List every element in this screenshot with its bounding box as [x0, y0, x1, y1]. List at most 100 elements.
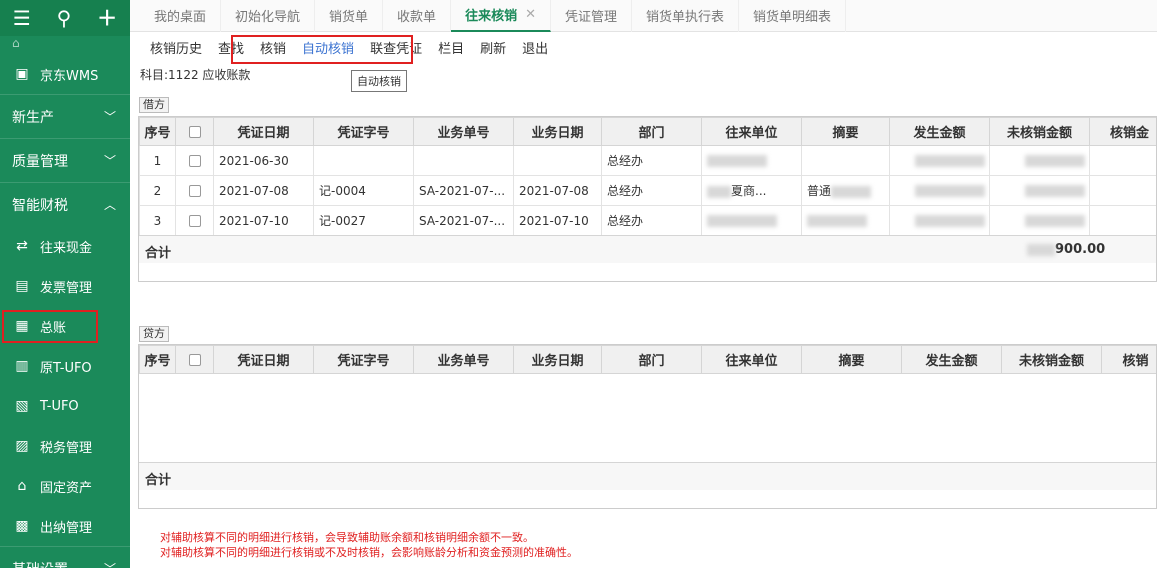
tab-sales-order[interactable]: 销货单 [315, 0, 384, 32]
row-checkbox[interactable] [188, 185, 201, 197]
search-icon[interactable]: ⚲ [57, 8, 72, 28]
cell-dept: 总经办 [601, 175, 702, 206]
credit-header-row: 序号 凭证日期 凭证字号 业务单号 业务日期 部门 往来单位 摘要 发生金额 未… [139, 345, 1156, 374]
tab-receipt[interactable]: 收款单 [383, 0, 452, 32]
col-header[interactable]: 摘要 [801, 345, 902, 374]
sidebar-group-label: 智能财税 [12, 197, 68, 214]
plus-icon[interactable]: ＋ [97, 8, 117, 28]
app-root: ☰ ⚲ ＋ ⌂ ▣ 京东WMS 新生产 ﹀ 质量管理 ﹀ 智能财税 ︿ ⇄ 往来… [0, 0, 1157, 568]
col-header[interactable]: 业务单号 [413, 345, 514, 374]
row-checkbox[interactable] [188, 215, 201, 227]
writeoff-history-button[interactable]: 核销历史 [142, 38, 210, 57]
col-header[interactable]: 业务单号 [413, 117, 514, 146]
total-label: 合计 [145, 473, 172, 488]
col-header[interactable]: 摘要 [801, 117, 890, 146]
sidebar-item-t-ufo[interactable]: ▧ T-UFO [0, 386, 130, 426]
warning-notes: 对辅助核算不同的明细进行核销，会导致辅助账余额和核销明细余额不一致。 对辅助核算… [160, 530, 578, 560]
sidebar-group-finance[interactable]: 智能财税 ︿ [0, 182, 130, 226]
cell-bizdate: 2021-07-10 [513, 205, 602, 236]
tab-writeoff[interactable]: 往来核销 ✕ [451, 0, 551, 32]
select-all-checkbox[interactable] [188, 353, 201, 366]
sidebar-item-fixed-assets[interactable]: ⌂ 固定资产 [0, 466, 130, 506]
table-row[interactable]: 3 2021-07-10 记-0027 SA-2021-07-... 2021-… [139, 205, 1156, 236]
tab-init-guide[interactable]: 初始化导航 [221, 0, 316, 32]
menu-icon[interactable]: ☰ [13, 8, 31, 28]
exit-button[interactable]: 退出 [514, 38, 556, 57]
col-header[interactable]: 凭证字号 [313, 117, 414, 146]
cell-no: 2 [139, 175, 176, 206]
credit-grid: 序号 凭证日期 凭证字号 业务单号 业务日期 部门 往来单位 摘要 发生金额 未… [138, 344, 1157, 509]
sidebar-item-invoice[interactable]: ▤ 发票管理 [0, 266, 130, 306]
sidebar: ☰ ⚲ ＋ ⌂ ▣ 京东WMS 新生产 ﹀ 质量管理 ﹀ 智能财税 ︿ ⇄ 往来… [0, 0, 130, 568]
cell-partner-redacted [701, 145, 802, 176]
sidebar-item-label: 京东WMS [40, 68, 99, 84]
close-icon[interactable]: ✕ [525, 7, 536, 22]
warning-note: 对辅助核算不同的明细进行核销或不及时核销，会影响账龄分析和资金预测的准确性。 [160, 546, 578, 559]
sidebar-item-tax[interactable]: ▨ 税务管理 [0, 426, 130, 466]
tab-sales-exec[interactable]: 销货单执行表 [632, 0, 740, 32]
cashier-icon: ▩ [15, 518, 29, 534]
cell-amount-redacted [889, 175, 990, 206]
cell-summary: 普通 [801, 175, 890, 206]
col-header[interactable]: 部门 [601, 345, 702, 374]
debit-total-row: 合计 900.00 [139, 235, 1156, 263]
subject-label: 科目:1122 应收账款 [140, 68, 251, 82]
col-header: 序号 [139, 345, 176, 374]
tab-desktop[interactable]: 我的桌面 [140, 0, 222, 32]
sidebar-group-label: 质量管理 [12, 153, 68, 170]
cell-unverified-redacted [989, 175, 1090, 206]
col-header-select-all[interactable] [175, 117, 214, 146]
col-header[interactable]: 业务日期 [513, 345, 602, 374]
columns-button[interactable]: 栏目 [430, 38, 472, 57]
chevron-down-icon: ﹀ [103, 154, 116, 168]
chevron-up-icon: ︿ [103, 198, 116, 212]
sidebar-item-old-t-ufo[interactable]: ▥ 原T-UFO [0, 346, 130, 386]
cell-dept: 总经办 [601, 145, 702, 176]
cell-select[interactable] [175, 175, 214, 206]
col-header[interactable]: 往来单位 [701, 345, 802, 374]
tab-sales-detail[interactable]: 销货单明细表 [739, 0, 847, 32]
sidebar-group-label: 新生产 [12, 109, 54, 126]
col-header[interactable]: 未核销金额 [1001, 345, 1102, 374]
tab-voucher-mgmt[interactable]: 凭证管理 [551, 0, 632, 32]
col-header[interactable]: 往来单位 [701, 117, 802, 146]
sidebar-group-production[interactable]: 新生产 ﹀ [0, 94, 130, 138]
cell-no: 1 [139, 145, 176, 176]
col-header[interactable]: 凭证日期 [213, 345, 314, 374]
sidebar-item-jd-wms[interactable]: ▣ 京东WMS [0, 54, 130, 94]
cell-select[interactable] [175, 145, 214, 176]
cell-writeoff[interactable] [1089, 175, 1156, 206]
cell-date: 2021-06-30 [213, 145, 314, 176]
col-header[interactable]: 凭证日期 [213, 117, 314, 146]
cell-writeoff[interactable] [1089, 145, 1156, 176]
col-header-select-all[interactable] [175, 345, 214, 374]
select-all-checkbox[interactable] [188, 125, 201, 138]
cell-summary-redacted [801, 205, 890, 236]
table-row[interactable]: 2 2021-07-08 记-0004 SA-2021-07-... 2021-… [139, 175, 1156, 206]
col-header[interactable]: 发生金额 [889, 117, 990, 146]
col-header[interactable]: 核销 [1101, 345, 1156, 374]
sidebar-group-basic-settings[interactable]: 基础设置 ﹀ [0, 546, 130, 568]
col-header[interactable]: 发生金额 [901, 345, 1002, 374]
sidebar-item-label: 原T-UFO [40, 360, 92, 376]
col-header[interactable]: 核销金 [1089, 117, 1156, 146]
cell-amount-redacted [889, 205, 990, 236]
tax-icon: ▨ [15, 438, 29, 454]
debit-header-row: 序号 凭证日期 凭证字号 业务单号 业务日期 部门 往来单位 摘要 发生金额 未… [139, 117, 1156, 146]
cell-writeoff[interactable] [1089, 205, 1156, 236]
col-header[interactable]: 凭证字号 [313, 345, 414, 374]
cell-voucher: 记-0004 [313, 175, 414, 206]
row-checkbox[interactable] [188, 155, 201, 167]
tooltip: 自动核销 [351, 70, 407, 92]
sidebar-item-cash[interactable]: ⇄ 往来现金 [0, 226, 130, 266]
table-row[interactable]: 1 2021-06-30 总经办 [139, 145, 1156, 176]
cell-select[interactable] [175, 205, 214, 236]
col-header[interactable]: 部门 [601, 117, 702, 146]
col-header[interactable]: 业务日期 [513, 117, 602, 146]
sidebar-group-quality[interactable]: 质量管理 ﹀ [0, 138, 130, 182]
refresh-button[interactable]: 刷新 [472, 38, 514, 57]
total-amount: 900.00 [1027, 242, 1105, 257]
col-header[interactable]: 未核销金额 [989, 117, 1090, 146]
sidebar-item-cashier[interactable]: ▩ 出纳管理 [0, 506, 130, 546]
sidebar-item-label: 固定资产 [40, 480, 93, 496]
